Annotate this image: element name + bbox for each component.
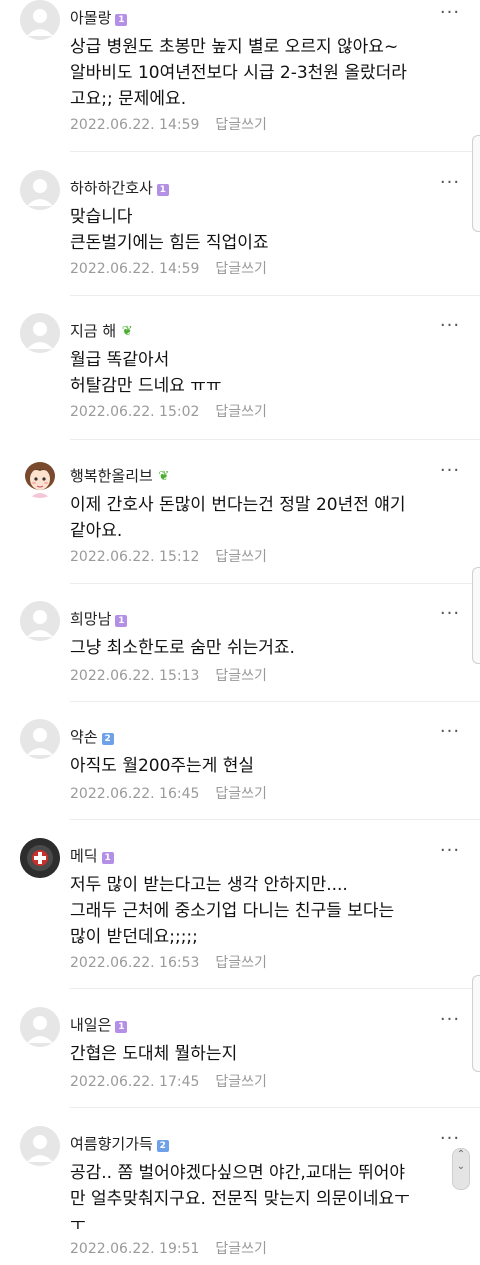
member-level-badge: 1 — [156, 184, 169, 196]
divider — [70, 1107, 480, 1108]
divider — [70, 583, 480, 584]
comment-date: 2022.06.22. 16:53 — [70, 955, 200, 971]
member-level-badge: 1 — [115, 14, 128, 26]
default-avatar[interactable] — [20, 1007, 60, 1047]
more-options-icon[interactable]: ··· — [438, 317, 462, 339]
comment-author[interactable]: 메딕 1 — [70, 846, 114, 866]
comment-text: 그냥 최소한도로 숨만 쉬는거죠. — [70, 638, 295, 658]
reply-button[interactable]: 답글쓰기 — [215, 786, 267, 802]
member-level-badge: 2 — [101, 733, 114, 745]
default-avatar[interactable] — [20, 0, 60, 40]
comment-meta: 2022.06.22. 16:45 답글쓰기 — [70, 785, 267, 803]
divider — [70, 988, 480, 989]
reply-button[interactable]: 답글쓰기 — [215, 117, 267, 133]
member-level-badge: 1 — [115, 1021, 128, 1033]
comment-date: 2022.06.22. 15:02 — [70, 404, 200, 420]
scroll-edge-tab[interactable] — [472, 135, 480, 232]
sprout-icon: ❦ — [121, 324, 133, 339]
reply-button[interactable]: 답글쓰기 — [215, 549, 267, 565]
comment-author[interactable]: 희망남 1 — [70, 609, 128, 629]
more-options-icon[interactable]: ··· — [438, 462, 462, 484]
comment-text: 맞습니다 큰돈벌기에는 힘든 직업이죠 — [70, 207, 269, 253]
member-level-badge: 1 — [115, 615, 128, 627]
divider — [70, 701, 480, 702]
more-options-icon[interactable]: ··· — [438, 4, 462, 26]
divider — [70, 151, 480, 152]
girl-avatar[interactable] — [20, 458, 60, 498]
comment-meta: 2022.06.22. 14:59 답글쓰기 — [70, 116, 267, 134]
comment-date: 2022.06.22. 16:45 — [70, 786, 200, 802]
comment-author[interactable]: 내일은 1 — [70, 1015, 128, 1035]
comment-meta: 2022.06.22. 14:59 답글쓰기 — [70, 260, 267, 278]
comment-meta: 2022.06.22. 16:53 답글쓰기 — [70, 954, 267, 972]
comment-meta: 2022.06.22. 15:13 답글쓰기 — [70, 667, 267, 685]
comment-text: 저두 많이 받는다고는 생각 안하지만.... 그래두 근처에 중소기업 다니는… — [70, 875, 395, 947]
comment-author[interactable]: 약손 2 — [70, 727, 114, 747]
reply-button[interactable]: 답글쓰기 — [215, 955, 267, 971]
sprout-icon: ❦ — [158, 469, 170, 484]
comment-text: 공감.. 쫌 벌어야겠다싶으면 야간,교대는 뛰어야 만 얼추맞춰지구요. 전문… — [70, 1163, 410, 1235]
reply-button[interactable]: 답글쓰기 — [215, 404, 267, 420]
more-options-icon[interactable]: ··· — [438, 842, 462, 864]
medic-avatar[interactable] — [20, 838, 60, 878]
more-options-icon[interactable]: ··· — [438, 174, 462, 196]
comment-text: 이제 간호사 돈많이 번다는건 정말 20년전 얘기 같아요. — [70, 495, 406, 541]
comment-date: 2022.06.22. 14:59 — [70, 261, 200, 277]
divider — [70, 439, 480, 440]
comment-date: 2022.06.22. 17:45 — [70, 1074, 200, 1090]
comment-date: 2022.06.22. 15:12 — [70, 549, 200, 565]
comment-date: 2022.06.22. 19:51 — [70, 1241, 200, 1257]
comment-text: 상급 병원도 초봉만 높지 별로 오르지 않아요~ 알바비도 10여년전보다 시… — [70, 37, 407, 109]
comment-date: 2022.06.22. 15:13 — [70, 668, 200, 684]
scroll-edge-tab[interactable] — [472, 567, 480, 664]
comment-date: 2022.06.22. 14:59 — [70, 117, 200, 133]
comment-author[interactable]: 하하하간호사 1 — [70, 178, 169, 198]
comment-author[interactable]: 행복한올리브 ❦ — [70, 466, 171, 486]
more-options-icon[interactable]: ··· — [438, 1011, 462, 1033]
comment-meta: 2022.06.22. 17:45 답글쓰기 — [70, 1073, 267, 1091]
reply-button[interactable]: 답글쓰기 — [215, 668, 267, 684]
default-avatar[interactable] — [20, 601, 60, 641]
default-avatar[interactable] — [20, 1126, 60, 1166]
comment-author[interactable]: 지금 해 ❦ — [70, 321, 134, 341]
divider — [70, 819, 480, 820]
member-level-badge: 1 — [101, 852, 114, 864]
reply-button[interactable]: 답글쓰기 — [215, 1241, 267, 1257]
comment-meta: 2022.06.22. 15:12 답글쓰기 — [70, 548, 267, 566]
divider — [70, 295, 480, 296]
comment-meta: 2022.06.22. 19:51 답글쓰기 — [70, 1240, 267, 1258]
reply-button[interactable]: 답글쓰기 — [215, 1074, 267, 1090]
more-options-icon[interactable]: ··· — [438, 605, 462, 627]
member-level-badge: 2 — [156, 1140, 169, 1152]
more-options-icon[interactable]: ··· — [438, 723, 462, 745]
comment-meta: 2022.06.22. 15:02 답글쓰기 — [70, 403, 267, 421]
scroll-edge-tab[interactable] — [472, 975, 480, 1072]
scroll-thumb[interactable]: ⌃ ⌄ — [452, 1148, 470, 1190]
default-avatar[interactable] — [20, 313, 60, 353]
comment-text: 월급 똑같아서 허탈감만 드네요 ㅠㅠ — [70, 350, 222, 396]
comment-text: 간협은 도대체 뭘하는지 — [70, 1044, 238, 1064]
reply-button[interactable]: 답글쓰기 — [215, 261, 267, 277]
comment-author[interactable]: 여름향기가득 2 — [70, 1134, 169, 1154]
comment-author[interactable]: 아몰랑 1 — [70, 8, 128, 28]
comment-text: 아직도 월200주는게 현실 — [70, 756, 255, 776]
comment-list: 아몰랑 1 ··· 상급 병원도 초봉만 높지 별로 오르지 않아요~ 알바비도 … — [0, 0, 480, 1265]
default-avatar[interactable] — [20, 170, 60, 210]
default-avatar[interactable] — [20, 719, 60, 759]
